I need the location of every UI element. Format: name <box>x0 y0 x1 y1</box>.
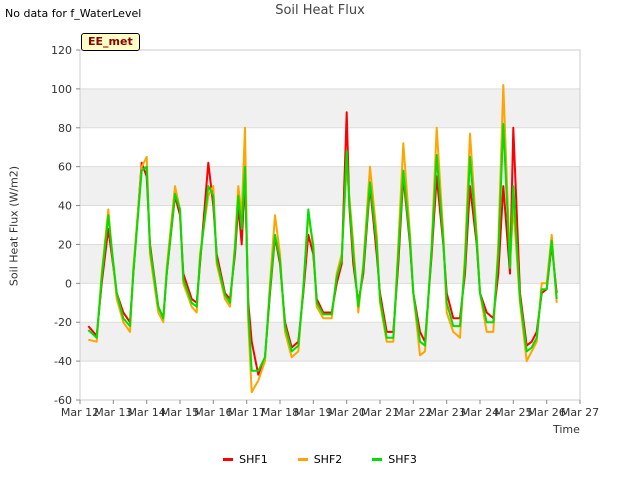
band <box>80 322 580 362</box>
legend-item-shf2: SHF2 <box>297 453 343 466</box>
y-axis-ticks: -60-40-20020406080100120 <box>51 44 80 407</box>
x-axis-label: Time <box>553 423 580 436</box>
y-tick-label: 60 <box>58 161 72 174</box>
x-tick-label: Mar 27 <box>561 406 599 419</box>
legend: SHF1 SHF2 SHF3 <box>0 453 640 466</box>
y-tick-label: 120 <box>51 44 72 57</box>
y-tick-label: 20 <box>58 238 72 251</box>
legend-label-shf3: SHF3 <box>388 453 417 466</box>
legend-item-shf3: SHF3 <box>372 453 417 466</box>
y-tick-label: -40 <box>54 355 72 368</box>
band <box>80 50 580 89</box>
legend-swatch-shf2 <box>297 458 308 461</box>
legend-swatch-shf3 <box>372 458 383 461</box>
background-bands <box>80 50 580 400</box>
site-badge: EE_met <box>81 33 140 51</box>
legend-label-shf1: SHF1 <box>239 453 268 466</box>
y-axis-label: Soil Heat Flux (W/m2) <box>7 165 21 287</box>
y-tick-label: 0 <box>65 277 72 290</box>
y-tick-label: 80 <box>58 122 72 135</box>
legend-swatch-shf1 <box>223 458 234 461</box>
soil-heat-flux-chart: -60-40-20020406080100120 Mar 12Mar 13Mar… <box>51 44 599 419</box>
x-axis-ticks: Mar 12Mar 13Mar 14Mar 15Mar 16Mar 17Mar … <box>61 400 599 419</box>
legend-item-shf1: SHF1 <box>223 453 268 466</box>
y-tick-label: 100 <box>51 83 72 96</box>
y-tick-label: -20 <box>54 316 72 329</box>
chart-title: Soil Heat Flux <box>275 3 365 18</box>
band <box>80 361 580 400</box>
legend-label-shf2: SHF2 <box>313 453 343 466</box>
y-tick-label: 40 <box>58 200 72 213</box>
